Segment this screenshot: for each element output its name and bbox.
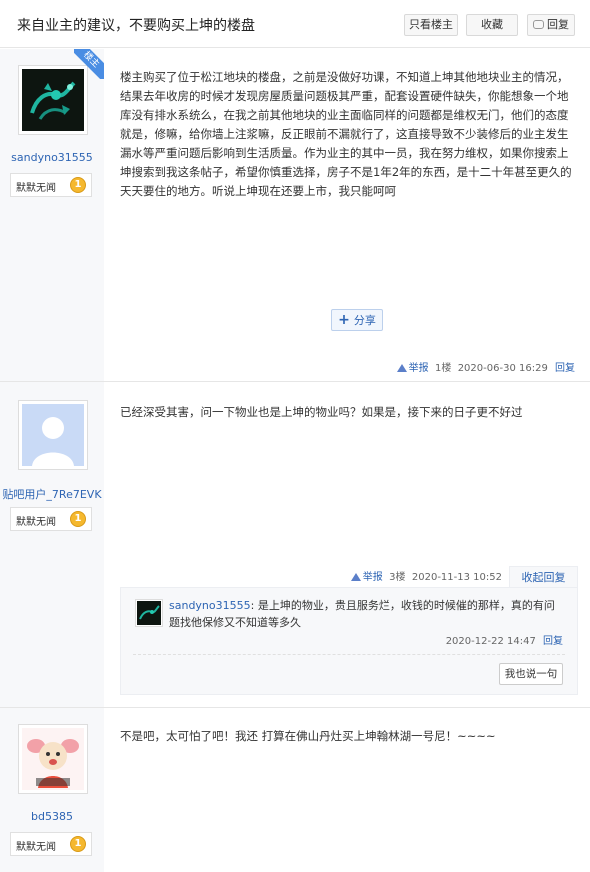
sub-reply-panel: sandyno31555: 是上坤的物业，贵且服务烂，收钱的时候催的那样，真的有…	[120, 587, 578, 695]
sub-reply-text: sandyno31555: 是上坤的物业，贵且服务烂，收钱的时候催的那样，真的有…	[169, 599, 555, 629]
post-content: 楼主购买了位于松江地块的楼盘，之前是没做好功课，不知道上坤其他地块业主的情况，结…	[120, 70, 572, 198]
level-badge[interactable]: 默默无闻 1	[10, 173, 92, 197]
level-name: 默默无闻	[16, 517, 56, 528]
post-floor-4: bd5385 默默无闻 1 不是吧，太可怕了吧！我还 打算在佛山丹灶买上坤翰林湖…	[0, 708, 590, 872]
dragon-avatar-icon	[137, 601, 161, 625]
cartoon-avatar-icon	[22, 728, 84, 790]
avatar-image	[22, 728, 84, 790]
say-something-button[interactable]: 我也说一句	[499, 663, 563, 685]
level-number: 1	[70, 836, 86, 852]
avatar-image	[137, 601, 161, 625]
sub-reply-link[interactable]: 回复	[543, 636, 563, 647]
collapse-reply-tab[interactable]: 收起回复	[509, 566, 578, 588]
post-time: 2020-11-13 10:52	[411, 572, 502, 583]
report-link[interactable]: 举报	[396, 363, 429, 374]
level-name: 默默无闻	[16, 842, 56, 853]
floor-number: 3楼	[389, 572, 406, 583]
thread-header: 来自业主的建议，不要购买上坤的楼盘 只看楼主 收藏 回复	[0, 0, 590, 48]
op-ribbon: 楼主	[74, 49, 104, 79]
avatar-image	[22, 404, 84, 466]
report-link[interactable]: 举报	[350, 572, 383, 583]
warning-icon	[350, 573, 361, 581]
username[interactable]: 贴吧用户_7Re7EVK	[0, 486, 104, 502]
divider	[133, 654, 565, 655]
post-footer: 举报 1楼 2020-06-30 16:29 回复	[396, 359, 575, 374]
favorite-button[interactable]: 收藏	[466, 14, 518, 36]
level-badge[interactable]: 默默无闻 1	[10, 507, 92, 531]
warning-icon	[396, 364, 407, 372]
post-floor-1: 楼主 sandyno31555 默默无闻 1 楼主购买了位于松江地块的楼盘，之前…	[0, 49, 590, 382]
op-badge: 楼主	[74, 49, 104, 79]
post-content: 已经深受其害，问一下物业也是上坤的物业吗？如果是，接下来的日子更不好过	[120, 405, 523, 419]
sub-reply-time: 2020-12-22 14:47	[445, 636, 536, 647]
post-content: 不是吧，太可怕了吧！我还 打算在佛山丹灶买上坤翰林湖一号尼！~~~~	[120, 729, 496, 743]
reply-button-label: 回复	[547, 18, 569, 31]
post-footer: 举报 3楼 2020-11-13 10:52	[350, 568, 502, 583]
reply-link[interactable]: 回复	[555, 363, 575, 374]
floor-number: 1楼	[434, 363, 452, 374]
sub-reply-footer: 2020-12-22 14:47 回复	[446, 632, 563, 647]
avatar[interactable]	[18, 400, 88, 470]
username[interactable]: bd5385	[0, 810, 104, 823]
post-time: 2020-06-30 16:29	[457, 363, 548, 374]
level-number: 1	[70, 511, 86, 527]
share-label: 分享	[353, 314, 376, 327]
only-op-button[interactable]: 只看楼主	[404, 14, 458, 36]
comment-icon	[533, 20, 544, 29]
thread-title: 来自业主的建议，不要购买上坤的楼盘	[17, 18, 255, 34]
level-badge[interactable]: 默默无闻 1	[10, 832, 92, 856]
share-button[interactable]: + 分享	[331, 309, 383, 331]
reply-button[interactable]: 回复	[527, 14, 575, 36]
level-number: 1	[70, 177, 86, 193]
sub-reply-user[interactable]: sandyno31555	[169, 599, 251, 612]
sub-reply-avatar[interactable]	[135, 599, 163, 627]
plus-icon: +	[338, 312, 350, 328]
username[interactable]: sandyno31555	[0, 151, 104, 164]
level-name: 默默无闻	[16, 183, 56, 194]
avatar[interactable]	[18, 724, 88, 794]
default-user-icon	[22, 404, 84, 466]
